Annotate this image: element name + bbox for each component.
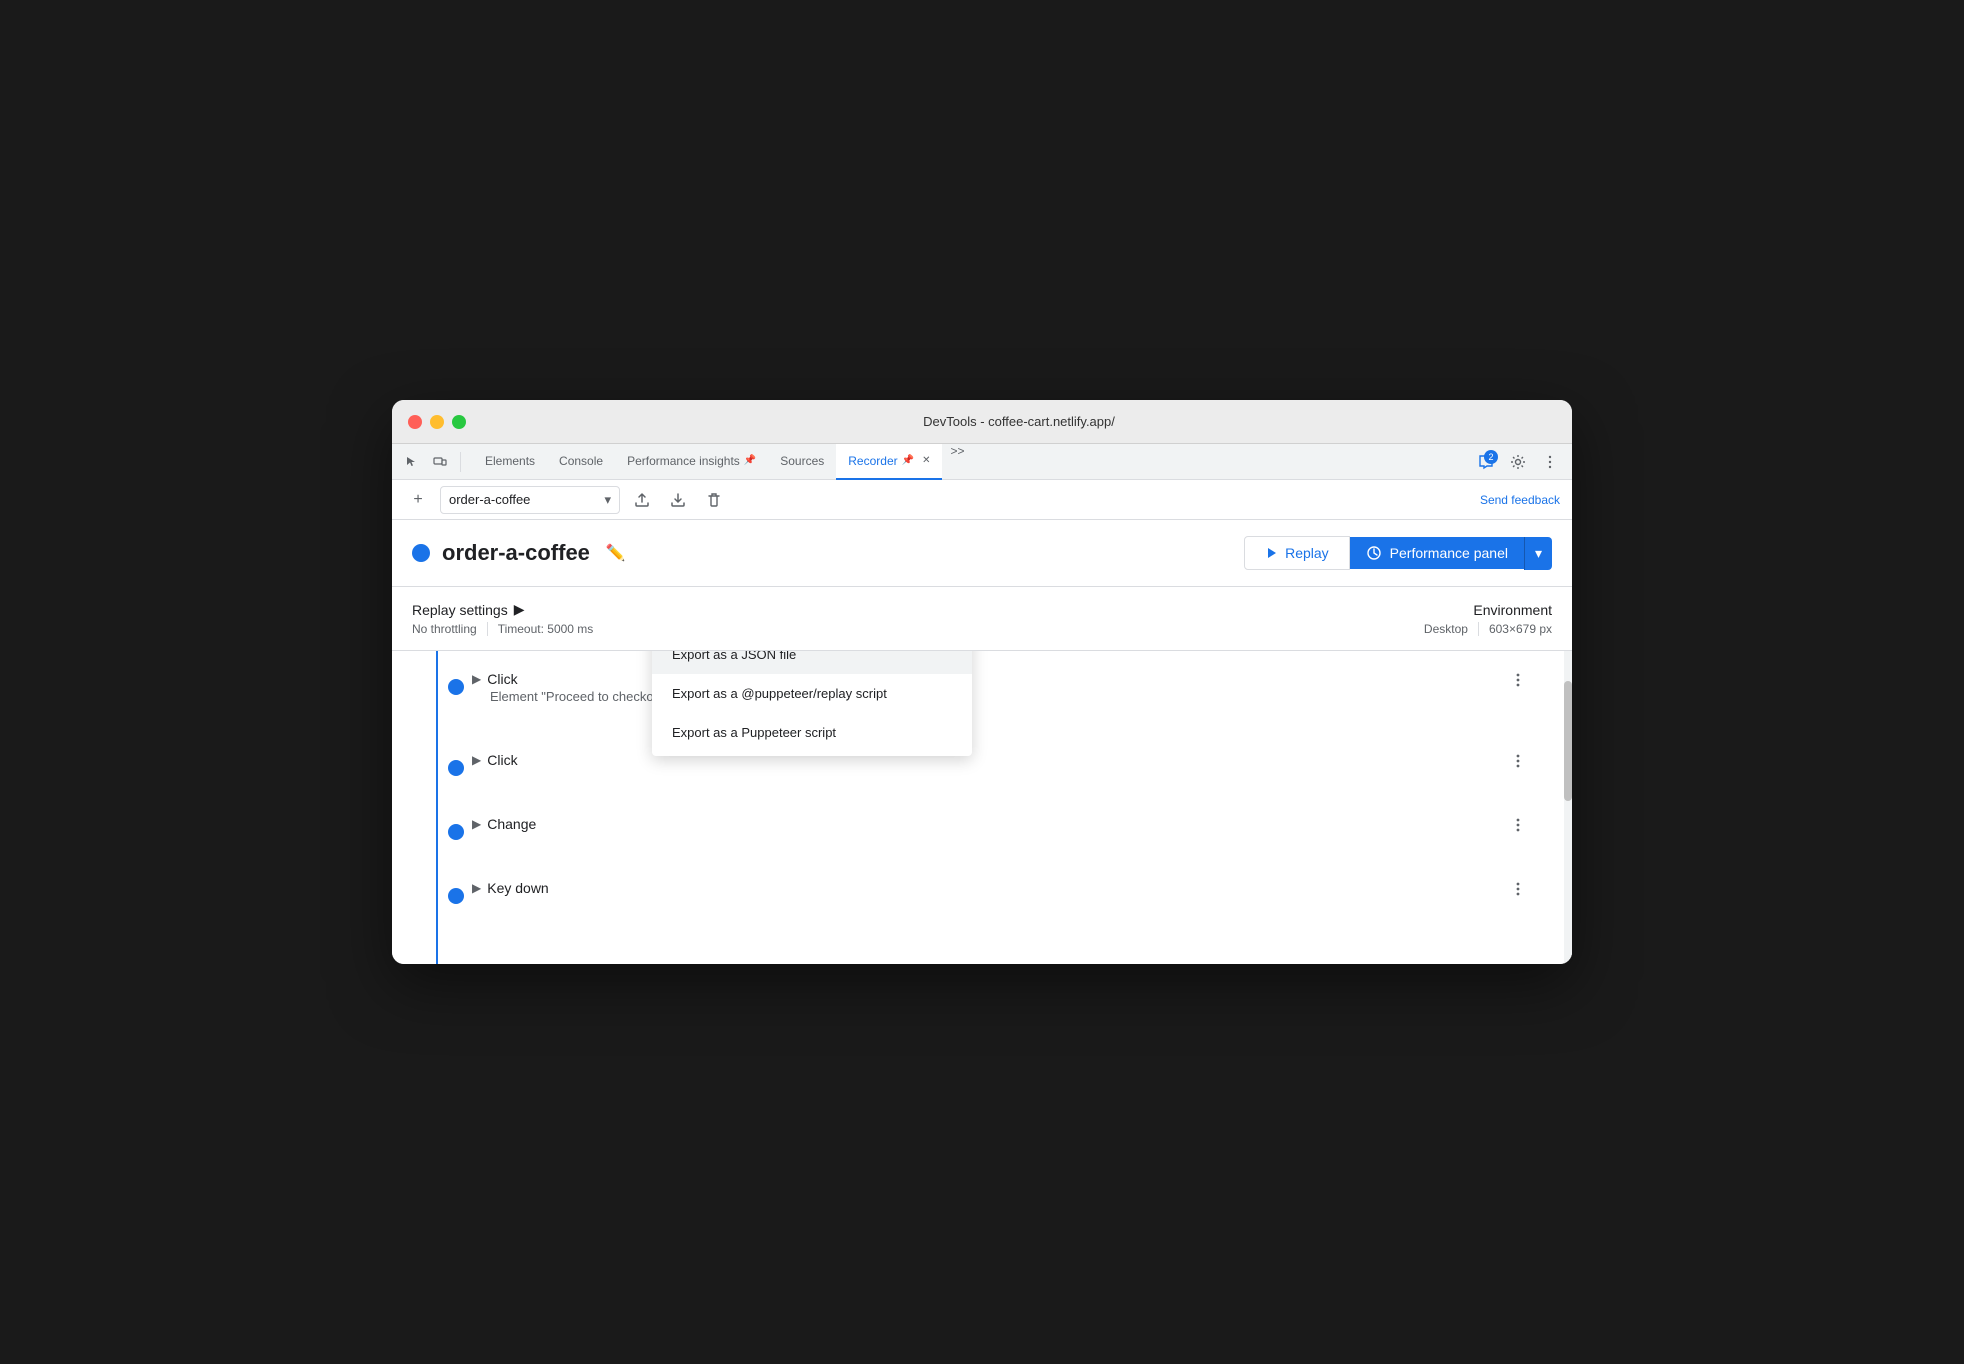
environment-label: Environment — [1473, 602, 1552, 618]
step-4-content: ▶ Key down — [472, 880, 1532, 896]
add-recording-button[interactable]: + — [404, 486, 432, 514]
tab-actions: 2 — [1472, 448, 1564, 476]
step-3-title[interactable]: ▶ Change — [472, 816, 1532, 832]
step-1-title[interactable]: ▶ Click — [472, 671, 1532, 687]
send-feedback-link[interactable]: Send feedback — [1480, 493, 1560, 507]
step-2-title[interactable]: ▶ Click — [472, 752, 1532, 768]
step-1-chevron-icon: ▶ — [472, 672, 481, 686]
recording-indicator — [412, 544, 430, 562]
edit-recording-name-icon[interactable]: ✏️ — [606, 543, 626, 563]
step-1-subtitle: Element "Proceed to checkout" — [490, 689, 1532, 704]
step-3-more-button[interactable] — [1504, 816, 1532, 834]
tabs: Elements Console Performance insights 📌 … — [473, 444, 1472, 480]
step-2-dot — [448, 760, 464, 776]
titlebar: DevTools - coffee-cart.netlify.app/ — [392, 400, 1572, 444]
scrollbar[interactable] — [1564, 651, 1572, 964]
tab-separator — [460, 452, 461, 472]
step-1-dot — [448, 679, 464, 695]
environment-settings: Environment Desktop 603×679 px — [1424, 602, 1552, 636]
tab-elements[interactable]: Elements — [473, 444, 547, 480]
step-2-chevron-icon: ▶ — [472, 753, 481, 767]
export-json-item[interactable]: Export as a JSON file — [652, 651, 972, 674]
export-button[interactable] — [628, 486, 656, 514]
maximize-button[interactable] — [452, 415, 466, 429]
tab-icons — [400, 450, 465, 474]
replay-settings-arrow-icon: ▶ — [514, 601, 525, 618]
step-3: ▶ Change — [412, 816, 1532, 832]
export-puppeteer-replay-item[interactable]: Export as a @puppeteer/replay script — [652, 674, 972, 713]
tab-recorder[interactable]: Recorder 📌 ✕ — [836, 444, 942, 480]
cursor-icon[interactable] — [400, 450, 424, 474]
chevron-down-icon: ▾ — [604, 492, 611, 508]
more-options-button[interactable] — [1536, 448, 1564, 476]
environment-details: Desktop 603×679 px — [1424, 622, 1552, 636]
performance-panel-dropdown-button[interactable]: ▾ — [1524, 537, 1552, 570]
step-4: ▶ Key down — [412, 880, 1532, 896]
pin-icon: 📌 — [744, 455, 756, 466]
minimize-button[interactable] — [430, 415, 444, 429]
chat-badge: 2 — [1484, 450, 1498, 464]
settings-detail-separator — [487, 622, 488, 636]
step-1-more-button[interactable] — [1504, 671, 1532, 689]
step-3-dot — [448, 824, 464, 840]
step-4-title[interactable]: ▶ Key down — [472, 880, 1532, 896]
recording-name-heading: order-a-coffee — [442, 540, 590, 566]
recorder-toolbar: + order-a-coffee ▾ Send feedback — [392, 480, 1572, 520]
steps-list: Export as a JSON file Export as a @puppe… — [392, 651, 1572, 964]
step-1: ▶ Click Element "Proceed to checkout" — [412, 671, 1532, 704]
replay-button[interactable]: Replay — [1244, 536, 1350, 570]
step-3-content: ▶ Change — [472, 816, 1532, 832]
tab-performance-insights[interactable]: Performance insights 📌 — [615, 444, 768, 480]
replay-settings-label[interactable]: Replay settings ▶ — [412, 601, 593, 618]
recorder-pin-icon: 📌 — [902, 455, 914, 466]
tab-console[interactable]: Console — [547, 444, 615, 480]
replay-settings-left: Replay settings ▶ No throttling Timeout:… — [412, 601, 593, 636]
performance-panel-button[interactable]: Performance panel — [1350, 537, 1524, 569]
window-title: DevTools - coffee-cart.netlify.app/ — [482, 414, 1556, 429]
step-4-dot — [448, 888, 464, 904]
close-button[interactable] — [408, 415, 422, 429]
step-2-content: ▶ Click — [472, 752, 1532, 768]
device-toggle-icon[interactable] — [428, 450, 452, 474]
step-1-content: ▶ Click Element "Proceed to checkout" — [472, 671, 1532, 704]
import-button[interactable] — [664, 486, 692, 514]
step-3-chevron-icon: ▶ — [472, 817, 481, 831]
header-actions: Replay Performance panel ▾ — [1244, 536, 1552, 570]
env-detail-separator — [1478, 622, 1479, 636]
recording-selector[interactable]: order-a-coffee ▾ — [440, 486, 620, 514]
chevron-down-icon: ▾ — [1535, 545, 1542, 561]
step-2: ▶ Click — [412, 752, 1532, 768]
recorder-close-icon[interactable]: ✕ — [922, 455, 930, 466]
tab-sources[interactable]: Sources — [768, 444, 836, 480]
settings-button[interactable] — [1504, 448, 1532, 476]
steps-container: Export as a JSON file Export as a @puppe… — [392, 651, 1572, 964]
settings-section: Replay settings ▶ No throttling Timeout:… — [392, 587, 1572, 651]
settings-details: No throttling Timeout: 5000 ms — [412, 622, 593, 636]
more-tabs-button[interactable]: >> — [942, 444, 972, 480]
step-2-more-button[interactable] — [1504, 752, 1532, 770]
chat-button[interactable]: 2 — [1472, 448, 1500, 476]
step-4-chevron-icon: ▶ — [472, 881, 481, 895]
delete-button[interactable] — [700, 486, 728, 514]
export-dropdown: Export as a JSON file Export as a @puppe… — [652, 651, 972, 756]
export-puppeteer-item[interactable]: Export as a Puppeteer script — [652, 713, 972, 752]
devtools-tab-bar: Elements Console Performance insights 📌 … — [392, 444, 1572, 480]
recording-header: order-a-coffee ✏️ Replay Performance pan… — [392, 520, 1572, 587]
step-4-more-button[interactable] — [1504, 880, 1532, 898]
traffic-lights — [408, 415, 466, 429]
scrollbar-thumb[interactable] — [1564, 681, 1572, 801]
devtools-window: DevTools - coffee-cart.netlify.app/ Elem… — [392, 400, 1572, 964]
